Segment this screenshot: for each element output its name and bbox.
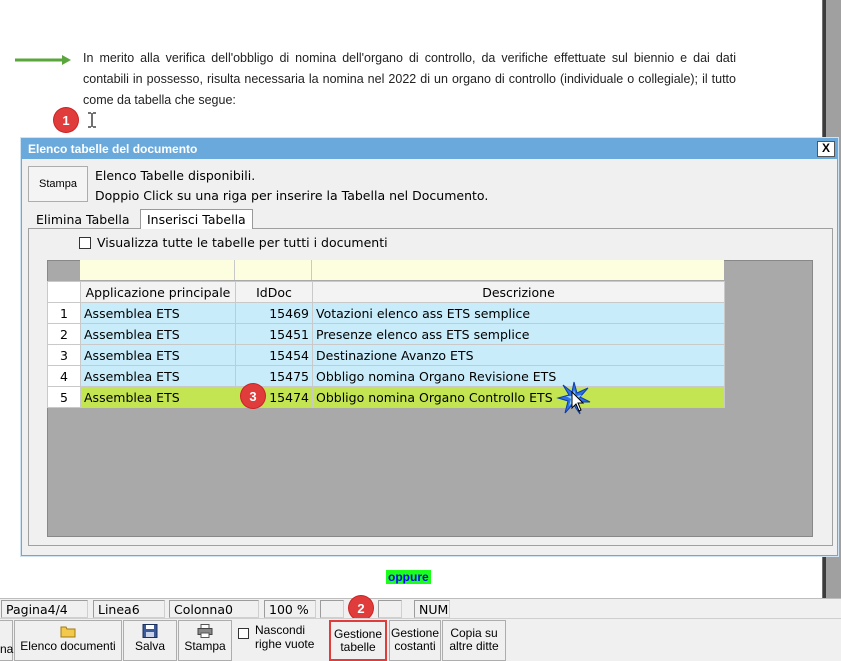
grid-filter-row[interactable]	[80, 260, 724, 280]
status-line: Linea6	[93, 600, 165, 618]
status-column: Colonna0	[169, 600, 259, 618]
green-arrow-icon	[15, 55, 71, 65]
cut-off-button-label: na	[0, 642, 14, 656]
row-number: 4	[47, 365, 81, 387]
filter-cell-id[interactable]	[235, 260, 312, 280]
cell-descrizione[interactable]: Destinazione Avanzo ETS	[312, 344, 725, 366]
nascondi-label-1: Nascondi	[255, 623, 306, 637]
printer-icon	[197, 624, 213, 638]
cell-app[interactable]: Assemblea ETS	[80, 365, 236, 387]
cell-descrizione[interactable]: Presenze elenco ass ETS semplice	[312, 323, 725, 345]
nascondi-label-2: righe vuote	[255, 637, 315, 651]
tables-grid: Applicazione principale IdDoc Descrizion…	[47, 281, 725, 408]
status-page: Pagina4/4	[1, 600, 88, 618]
cell-iddoc[interactable]: 15475	[235, 365, 313, 387]
grid-corner-cell	[47, 281, 81, 303]
bottom-toolbar: na Elenco documenti Salva Stampa Gestion…	[0, 618, 841, 661]
cell-descrizione[interactable]: Votazioni elenco ass ETS semplice	[312, 302, 725, 324]
gestione-costanti-label-2: costanti	[394, 639, 436, 653]
cut-off-button[interactable]: na	[0, 620, 13, 661]
gestione-tabelle-label-2: tabelle	[340, 640, 376, 654]
table-row[interactable]: 4 Assemblea ETS 15475 Obbligo nomina Org…	[47, 365, 725, 387]
salva-label: Salva	[134, 639, 166, 653]
filter-cell-app[interactable]	[80, 260, 235, 280]
row-number: 2	[47, 323, 81, 345]
click-burst-cursor-icon	[556, 381, 591, 415]
app-window: In merito alla verifica dell'obbligo di …	[0, 0, 841, 661]
status-num: NUM	[414, 600, 450, 618]
cell-iddoc[interactable]: 15451	[235, 323, 313, 345]
elenco-documenti-button[interactable]: Elenco documenti	[14, 620, 122, 661]
row-number: 5	[47, 386, 81, 408]
status-zoom: 100 %	[264, 600, 316, 618]
step-badge-2: 2	[349, 596, 373, 620]
copia-label-2: altre ditte	[449, 639, 499, 653]
cell-iddoc[interactable]: 15454	[235, 344, 313, 366]
show-all-tables-option[interactable]: Visualizza tutte le tabelle per tutti i …	[79, 235, 388, 250]
stampa-label: Stampa	[184, 639, 226, 653]
tab-inserisci-tabella[interactable]: Inserisci Tabella	[140, 209, 253, 229]
column-header-descrizione[interactable]: Descrizione	[312, 281, 725, 303]
cell-iddoc[interactable]: 15469	[235, 302, 313, 324]
step-badge-1: 1	[54, 108, 78, 132]
dialog-print-button[interactable]: Stampa	[28, 166, 88, 202]
nascondi-righe-vuote-checkbox[interactable]	[238, 628, 249, 639]
dialog-info-line-2: Doppio Click su una riga per inserire la…	[95, 188, 489, 203]
floppy-disk-icon	[142, 624, 158, 638]
cell-descrizione[interactable]: Obbligo nomina Organo Revisione ETS	[312, 365, 725, 387]
copia-altre-ditte-button[interactable]: Copia su altre ditte	[442, 620, 506, 661]
show-all-tables-label: Visualizza tutte le tabelle per tutti i …	[97, 235, 388, 250]
elenco-documenti-label: Elenco documenti	[20, 639, 116, 653]
dialog-close-button[interactable]: X	[817, 141, 835, 157]
cell-descrizione[interactable]: Obbligo nomina Organo Controllo ETS	[312, 386, 725, 408]
filter-cell-desc[interactable]	[312, 260, 724, 280]
cell-app[interactable]: Assemblea ETS	[80, 386, 236, 408]
table-row[interactable]: 3 Assemblea ETS 15454 Destinazione Avanz…	[47, 344, 725, 366]
show-all-tables-checkbox[interactable]	[79, 236, 91, 249]
table-row-selected[interactable]: 5 Assemblea ETS 15474 Obbligo nomina Org…	[47, 386, 725, 408]
status-empty-1	[320, 600, 344, 618]
gestione-costanti-button[interactable]: Gestione costanti	[389, 620, 441, 661]
row-number: 3	[47, 344, 81, 366]
status-empty-2	[378, 600, 402, 618]
tables-dialog: Elenco tabelle del documento X Stampa El…	[21, 138, 838, 556]
folder-icon	[60, 626, 76, 638]
grid-header-row: Applicazione principale IdDoc Descrizion…	[47, 281, 725, 303]
step-badge-3: 3	[241, 384, 265, 408]
column-header-iddoc[interactable]: IdDoc	[235, 281, 313, 303]
table-row[interactable]: 2 Assemblea ETS 15451 Presenze elenco as…	[47, 323, 725, 345]
table-row[interactable]: 1 Assemblea ETS 15469 Votazioni elenco a…	[47, 302, 725, 324]
row-number: 1	[47, 302, 81, 324]
status-bar: Pagina4/4 Linea6 Colonna0 100 % NUM	[0, 598, 841, 618]
document-paragraph[interactable]: In merito alla verifica dell'obbligo di …	[83, 48, 736, 111]
cell-app[interactable]: Assemblea ETS	[80, 302, 236, 324]
cell-app[interactable]: Assemblea ETS	[80, 323, 236, 345]
gestione-tabelle-button[interactable]: Gestione tabelle	[329, 620, 387, 661]
dialog-title: Elenco tabelle del documento	[22, 139, 837, 159]
dialog-info-line-1: Elenco Tabelle disponibili.	[95, 168, 256, 183]
oppure-label: oppure	[386, 570, 431, 584]
column-header-app[interactable]: Applicazione principale	[80, 281, 236, 303]
text-cursor-icon	[88, 112, 96, 128]
tab-elimina-tabella[interactable]: Elimina Tabella	[30, 211, 136, 229]
stampa-button[interactable]: Stampa	[178, 620, 232, 661]
cell-app[interactable]: Assemblea ETS	[80, 344, 236, 366]
nascondi-righe-vuote-label: Nascondi righe vuote	[255, 623, 314, 651]
salva-button[interactable]: Salva	[123, 620, 177, 661]
